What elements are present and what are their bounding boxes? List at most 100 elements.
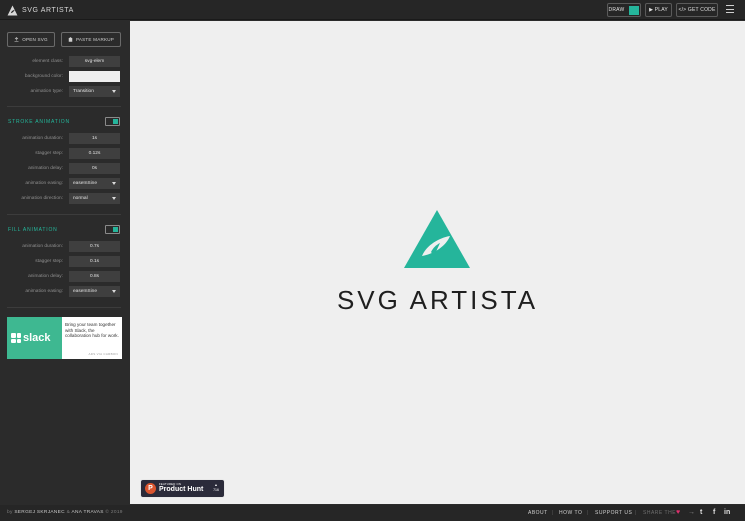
paste-icon (68, 37, 73, 42)
how-to-link[interactable]: HOW TO (559, 510, 582, 516)
stroke-animation-toggle[interactable] (105, 117, 120, 126)
about-link[interactable]: ABOUT (528, 510, 548, 516)
credit-by: by (7, 510, 13, 515)
ad-text: Bring your team together with Slack, the… (65, 322, 119, 339)
element-class-label: element class: (32, 59, 63, 64)
fill-delay-label: animation delay: (28, 274, 63, 279)
background-color-row: background color: (0, 71, 129, 82)
element-class-row: element class: svg-elem (0, 56, 129, 67)
open-svg-button[interactable]: OPEN SVG (7, 32, 55, 47)
fill-duration-label: animation duration: (22, 244, 63, 249)
fill-delay-input[interactable]: 0.8s (69, 271, 120, 282)
stroke-delay-label: animation delay: (28, 166, 63, 171)
stroke-direction-value: normal (73, 196, 88, 201)
ph-count-value: 716 (213, 488, 219, 492)
open-svg-label: OPEN SVG (22, 37, 48, 42)
paste-markup-label: PASTE MARKUP (75, 37, 115, 42)
get-code-label: </> GET CODE (678, 7, 716, 13)
author-ana-link[interactable]: ANA TRAVAS (71, 510, 103, 515)
linkedin-icon[interactable]: in (724, 509, 730, 516)
product-hunt-icon: P (145, 483, 156, 494)
slack-brand: slack (23, 332, 51, 344)
support-link[interactable]: SUPPORT US (595, 510, 632, 516)
ph-upvote-count: ▲ 716 (211, 483, 221, 493)
fill-animation-title: FILL ANIMATION (8, 227, 58, 233)
product-hunt-badge[interactable]: P FEATURED ON Product Hunt ▲ 716 (140, 479, 225, 498)
logo-wordmark: SVG ARTISTA (336, 285, 539, 315)
footer-credit: by SERGEJ SKRJANEC & ANA TRAVAS © 2019 (7, 510, 123, 515)
svg-canvas[interactable]: SVG ARTISTA P FEATURED ON Product Hunt ▲… (130, 21, 745, 504)
stroke-easing-select[interactable]: easeInSine (69, 178, 120, 189)
stroke-delay-row: animation delay: 0s (0, 163, 129, 174)
get-code-button[interactable]: </> GET CODE (676, 3, 718, 17)
chevron-down-icon (112, 290, 116, 293)
menu-icon[interactable] (726, 5, 734, 13)
divider (7, 307, 121, 308)
fill-duration-input[interactable]: 0.7s (69, 241, 120, 252)
twitter-icon[interactable]: t (700, 509, 702, 516)
animation-type-row: animation type: Transition (0, 86, 129, 97)
divider (7, 214, 121, 215)
share-label: SHARE THE (643, 510, 677, 516)
stroke-stagger-row: stagger step: 0.12s (0, 148, 129, 159)
slack-ad-logo: slack (7, 317, 62, 359)
heart-icon: ♥ (676, 509, 681, 516)
draw-color-swatch[interactable] (629, 5, 640, 15)
play-button[interactable]: ▶ PLAY (645, 3, 672, 17)
fill-duration-row: animation duration: 0.7s (0, 241, 129, 252)
stroke-direction-row: animation direction: normal (0, 193, 129, 204)
fill-delay-row: animation delay: 0.8s (0, 271, 129, 282)
slack-logo-icon (11, 333, 21, 343)
fill-stagger-input[interactable]: 0.1s (69, 256, 120, 267)
fill-stagger-row: stagger step: 0.1s (0, 256, 129, 267)
footer-separator: | (552, 510, 554, 516)
stroke-direction-select[interactable]: normal (69, 193, 120, 204)
chevron-down-icon (112, 90, 116, 93)
ad-via[interactable]: ADS VIA CARBON (88, 352, 118, 356)
stroke-stagger-input[interactable]: 0.12s (69, 148, 120, 159)
top-bar: SVG ARTISTA DRAW ▶ PLAY </> GET CODE (0, 0, 745, 20)
carbon-ad[interactable]: slack Bring your team together with Slac… (7, 317, 122, 359)
divider (7, 106, 121, 107)
ph-name: Product Hunt (159, 486, 204, 493)
stroke-stagger-label: stagger step: (35, 151, 63, 156)
draw-label: DRAW (608, 7, 625, 13)
fill-easing-row: animation easing: easeInSine (0, 286, 129, 297)
stroke-easing-value: easeInSine (73, 181, 98, 186)
fill-animation-toggle[interactable] (105, 225, 120, 234)
credit-amp: & (66, 510, 71, 515)
author-sergej-link[interactable]: SERGEJ SKRJANEC (14, 510, 65, 515)
fill-stagger-label: stagger step: (35, 259, 63, 264)
paste-markup-button[interactable]: PASTE MARKUP (61, 32, 121, 47)
stroke-duration-label: animation duration: (22, 136, 63, 141)
artista-logo-icon (404, 210, 470, 268)
fill-easing-value: easeInSine (73, 289, 98, 294)
brand[interactable]: SVG ARTISTA (7, 3, 74, 17)
stroke-direction-label: animation direction: (21, 196, 63, 201)
draw-button[interactable]: DRAW (607, 3, 641, 17)
footer-separator: | (587, 510, 589, 516)
facebook-icon[interactable]: f (713, 509, 715, 516)
arrow-icon: → (688, 509, 695, 516)
stroke-duration-input[interactable]: 1s (69, 133, 120, 144)
animation-type-label: animation type: (30, 89, 63, 94)
play-label: ▶ PLAY (649, 7, 668, 13)
settings-sidebar: OPEN SVG PASTE MARKUP element class: svg… (0, 21, 129, 504)
credit-year: © 2019 (105, 510, 123, 515)
artista-logo-icon (7, 5, 18, 15)
chevron-down-icon (112, 182, 116, 185)
element-class-input[interactable]: svg-elem (69, 56, 120, 67)
footer-separator: | (635, 510, 637, 516)
animation-type-select[interactable]: Transition (69, 86, 120, 97)
stroke-easing-label: animation easing: (25, 181, 63, 186)
chevron-down-icon (112, 197, 116, 200)
footer: by SERGEJ SKRJANEC & ANA TRAVAS © 2019 A… (0, 505, 745, 521)
fill-easing-select[interactable]: easeInSine (69, 286, 120, 297)
stroke-animation-title: STROKE ANIMATION (8, 119, 70, 125)
app-title: SVG ARTISTA (22, 6, 74, 14)
fill-easing-label: animation easing: (25, 289, 63, 294)
stroke-delay-input[interactable]: 0s (69, 163, 120, 174)
stroke-easing-row: animation easing: easeInSine (0, 178, 129, 189)
background-color-input[interactable] (69, 71, 120, 82)
animation-type-value: Transition (73, 89, 94, 94)
